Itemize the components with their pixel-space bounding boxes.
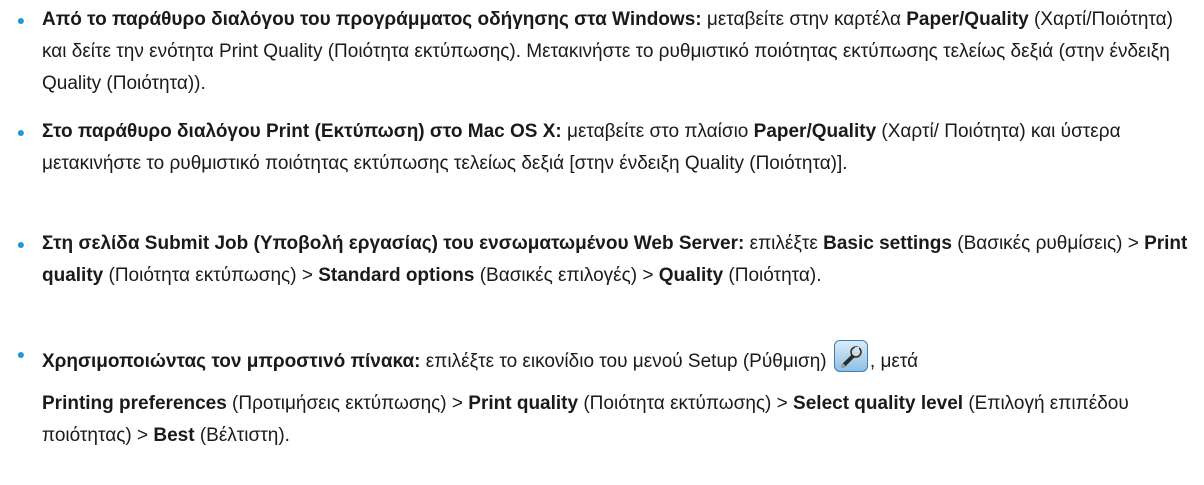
text-run-bold: Paper/Quality [753,121,877,142]
item-text: Στο παράθυρο διαλόγου Print (Εκτύπωση) σ… [42,116,1202,180]
item-text: Από το παράθυρο διαλόγου του προγράμματο… [42,4,1202,100]
text-run-bold: Select quality level [793,393,964,414]
text-run: (Βέλτιστη). [194,425,290,446]
item-heading: Στη σελίδα Submit Job (Υποβολή εργασίας)… [42,233,745,254]
list-item-front-panel: ● Χρησιμοποιώντας τον μπροστινό πίνακα: … [17,339,1202,452]
item-heading: Από το παράθυρο διαλόγου του προγράμματο… [42,9,702,30]
text-run: (Βασικές επιλογές) > [474,265,659,286]
text-run: (Ποιότητα εκτύπωσης) > [103,265,319,286]
text-run-bold: Printing preferences [42,393,227,414]
list-item-windows-driver: ● Από το παράθυρο διαλόγου του προγράμμα… [17,4,1202,100]
text-run: (Ποιότητα εκτύπωσης) > [578,393,794,414]
item-heading: Χρησιμοποιώντας τον μπροστινό πίνακα: [42,351,421,372]
bullet-icon: ● [16,124,26,140]
text-run-bold: Print quality [468,393,579,414]
text-run-bold: Quality [658,265,724,286]
item-heading: Στο παράθυρο διαλόγου Print (Εκτύπωση) σ… [42,121,562,142]
text-run: μεταβείτε στο πλαίσιο [561,121,754,142]
text-run: , μετά [869,351,919,372]
text-run-bold: Basic settings [823,233,952,254]
text-run: (Ποιότητα). [723,265,822,286]
item-text-line-2: Printing preferences (Προτιμήσεις εκτύπω… [42,388,1202,452]
text-run: (Βασικές ρυθμίσεις) > [951,233,1145,254]
text-run: (Προτιμήσεις εκτύπωσης) > [226,393,469,414]
wrench-setup-icon [833,339,868,372]
list-item-mac-print-dialog: ● Στο παράθυρο διαλόγου Print (Εκτύπωση)… [17,116,1202,180]
item-text-line-1: Χρησιμοποιώντας τον μπροστινό πίνακα: επ… [42,339,1202,378]
text-run: επιλέξτε το εικονίδιο του μενού Setup (Ρ… [420,351,832,372]
text-run-bold: Paper/Quality [906,9,1029,30]
text-run: επιλέξτε [744,233,824,254]
list-item-web-server: ● Στη σελίδα Submit Job (Υποβολή εργασία… [17,228,1202,292]
text-run: μεταβείτε στην καρτέλα [701,9,907,30]
item-text: Στη σελίδα Submit Job (Υποβολή εργασίας)… [42,228,1202,292]
bullet-icon: ● [16,236,26,252]
text-run-bold: Best [153,425,195,446]
bullet-icon: ● [16,12,26,28]
text-run-bold: Standard options [318,265,475,286]
bullet-icon: ● [16,346,26,362]
